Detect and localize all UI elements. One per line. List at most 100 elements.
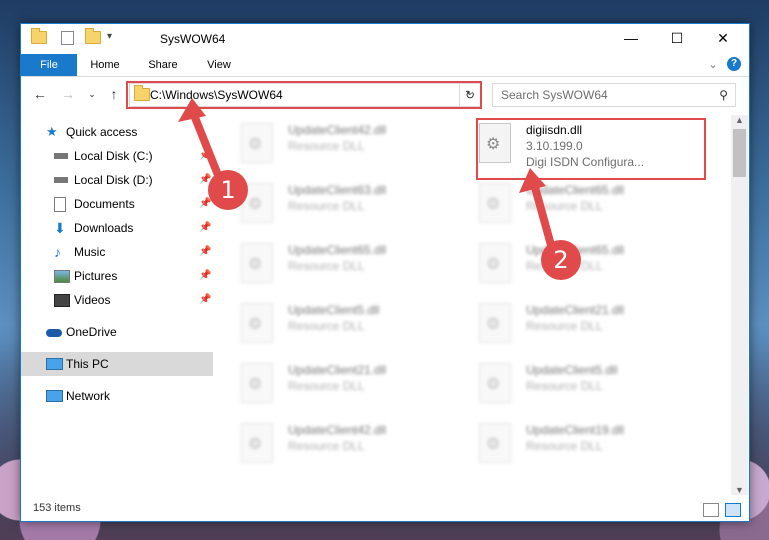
file-item[interactable]: UpdateClient19.dll Resource DLL [459,417,689,469]
address-bar-highlight [126,81,482,109]
documents-icon [54,197,66,212]
item-count: 153 items [33,502,81,514]
videos-icon [54,294,70,307]
sidebar-item-documents[interactable]: Documents 📌 [21,192,213,216]
sidebar-item-local-disk-d[interactable]: Local Disk (D:) 📌 [21,168,213,192]
navigation-pane: ★ Quick access Local Disk (C:) 📌 Local D… [21,115,213,495]
search-input[interactable]: Search SysWOW64 ⚲ [492,83,736,107]
pin-icon: 📌 [199,222,212,233]
sidebar-item-label: Pictures [74,269,118,283]
sidebar-item-local-disk-c[interactable]: Local Disk (C:) 📌 [21,144,213,168]
star-icon: ★ [46,124,58,139]
sidebar-item-label: OneDrive [66,325,117,339]
step-badge-2: 2 [541,240,581,280]
pin-icon: 📌 [199,150,212,161]
drive-icon [54,153,68,159]
sidebar-item-music[interactable]: ♪ Music 📌 [21,240,213,264]
file-item[interactable]: UpdateClient21.dll Resource DLL [221,357,451,409]
sidebar-item-videos[interactable]: Videos 📌 [21,288,213,312]
help-icon[interactable]: ? [727,57,741,71]
pin-icon: 📌 [199,270,212,281]
dll-file-icon [241,243,273,283]
minimize-button[interactable]: — [608,24,654,54]
pc-icon [46,358,63,370]
file-item[interactable]: UpdateClient5.dll Resource DLL [459,357,689,409]
dll-file-icon [241,423,273,463]
sidebar-item-label: Network [66,389,111,403]
file-type: Resource DLL [526,439,603,453]
maximize-button[interactable]: ☐ [654,24,700,54]
file-name: UpdateClient65.dll [288,243,387,257]
sidebar-item-label: Downloads [74,221,134,235]
properties-icon[interactable] [61,31,74,45]
file-item[interactable]: UpdateClient65.dll Resource DLL [459,177,689,229]
sidebar-item-label: Documents [74,197,135,211]
tab-share[interactable]: Share [143,54,183,76]
scroll-up-icon[interactable]: ▲ [735,115,744,125]
recent-locations-icon[interactable]: ⌄ [84,86,100,102]
sidebar-item-downloads[interactable]: ⬇ Downloads 📌 [21,216,213,240]
vertical-scrollbar[interactable]: ▲ ▼ [731,115,748,495]
file-item[interactable]: UpdateClient42.dll Resource DLL [221,117,451,169]
search-icon: ⚲ [719,88,728,102]
search-placeholder: Search SysWOW64 [501,88,608,102]
close-button[interactable]: ✕ [700,24,746,54]
scroll-down-icon[interactable]: ▼ [735,485,744,495]
file-type: Resource DLL [288,439,365,453]
drive-icon [54,177,68,183]
tab-file[interactable]: File [21,54,77,76]
file-item[interactable]: UpdateClient5.dll Resource DLL [221,297,451,349]
dll-file-icon [241,303,273,343]
file-name: UpdateClient5.dll [526,363,618,377]
large-icons-view-icon[interactable] [725,503,741,517]
back-arrow-icon[interactable]: ← [32,86,48,102]
file-name: UpdateClient65.dll [526,183,625,197]
file-type: Resource DLL [288,319,365,333]
file-name: UpdateClient21.dll [288,363,387,377]
file-name: UpdateClient21.dll [526,303,625,317]
dll-file-icon [479,303,511,343]
sidebar-item-onedrive[interactable]: OneDrive [21,320,213,344]
file-item[interactable]: UpdateClient65.dll Resource DLL [221,237,451,289]
customize-quick-access-icon[interactable]: ▾ [107,31,121,45]
dll-file-icon [479,423,511,463]
file-type: Resource DLL [526,379,603,393]
file-name: UpdateClient19.dll [526,423,625,437]
sidebar-item-this-pc[interactable]: This PC [21,352,213,376]
dll-file-icon [241,123,273,163]
music-icon: ♪ [54,244,61,260]
sidebar-item-network[interactable]: Network [21,384,213,408]
dll-file-icon [479,243,511,283]
file-item[interactable]: UpdateClient21.dll Resource DLL [459,297,689,349]
pin-icon: 📌 [199,294,212,305]
dll-file-icon [241,363,273,403]
sidebar-item-label: Local Disk (D:) [74,173,153,187]
downloads-icon: ⬇ [54,220,66,236]
file-item[interactable]: UpdateClient42.dll Resource DLL [221,417,451,469]
sidebar-item-pictures[interactable]: Pictures 📌 [21,264,213,288]
status-bar: 153 items [21,498,749,520]
forward-arrow-icon[interactable]: → [60,86,76,102]
network-icon [46,390,63,402]
file-type: Resource DLL [288,199,365,213]
file-highlight [476,118,706,180]
title-bar: ▾ SysWOW64 — ☐ ✕ [21,24,749,54]
scrollbar-thumb[interactable] [733,129,746,177]
file-type: Resource DLL [288,259,365,273]
file-item[interactable]: UpdateClient63.dll Resource DLL [221,177,451,229]
step-badge-1: 1 [208,170,248,210]
sidebar-item-quick-access[interactable]: ★ Quick access [21,120,213,144]
ribbon-tabs: File Home Share View ⌄ ? [21,54,749,77]
file-name: UpdateClient5.dll [288,303,380,317]
tab-view[interactable]: View [199,54,239,76]
sidebar-item-label: Videos [74,293,111,307]
dll-file-icon [479,183,511,223]
file-name: UpdateClient42.dll [288,423,387,437]
file-type: Resource DLL [288,139,365,153]
new-folder-icon[interactable] [85,28,101,45]
sidebar-item-label: This PC [66,357,109,371]
details-view-icon[interactable] [703,503,719,517]
ribbon-expand-icon[interactable]: ⌄ [705,54,721,76]
tab-home[interactable]: Home [85,54,125,76]
up-arrow-icon[interactable]: ↑ [106,86,122,102]
